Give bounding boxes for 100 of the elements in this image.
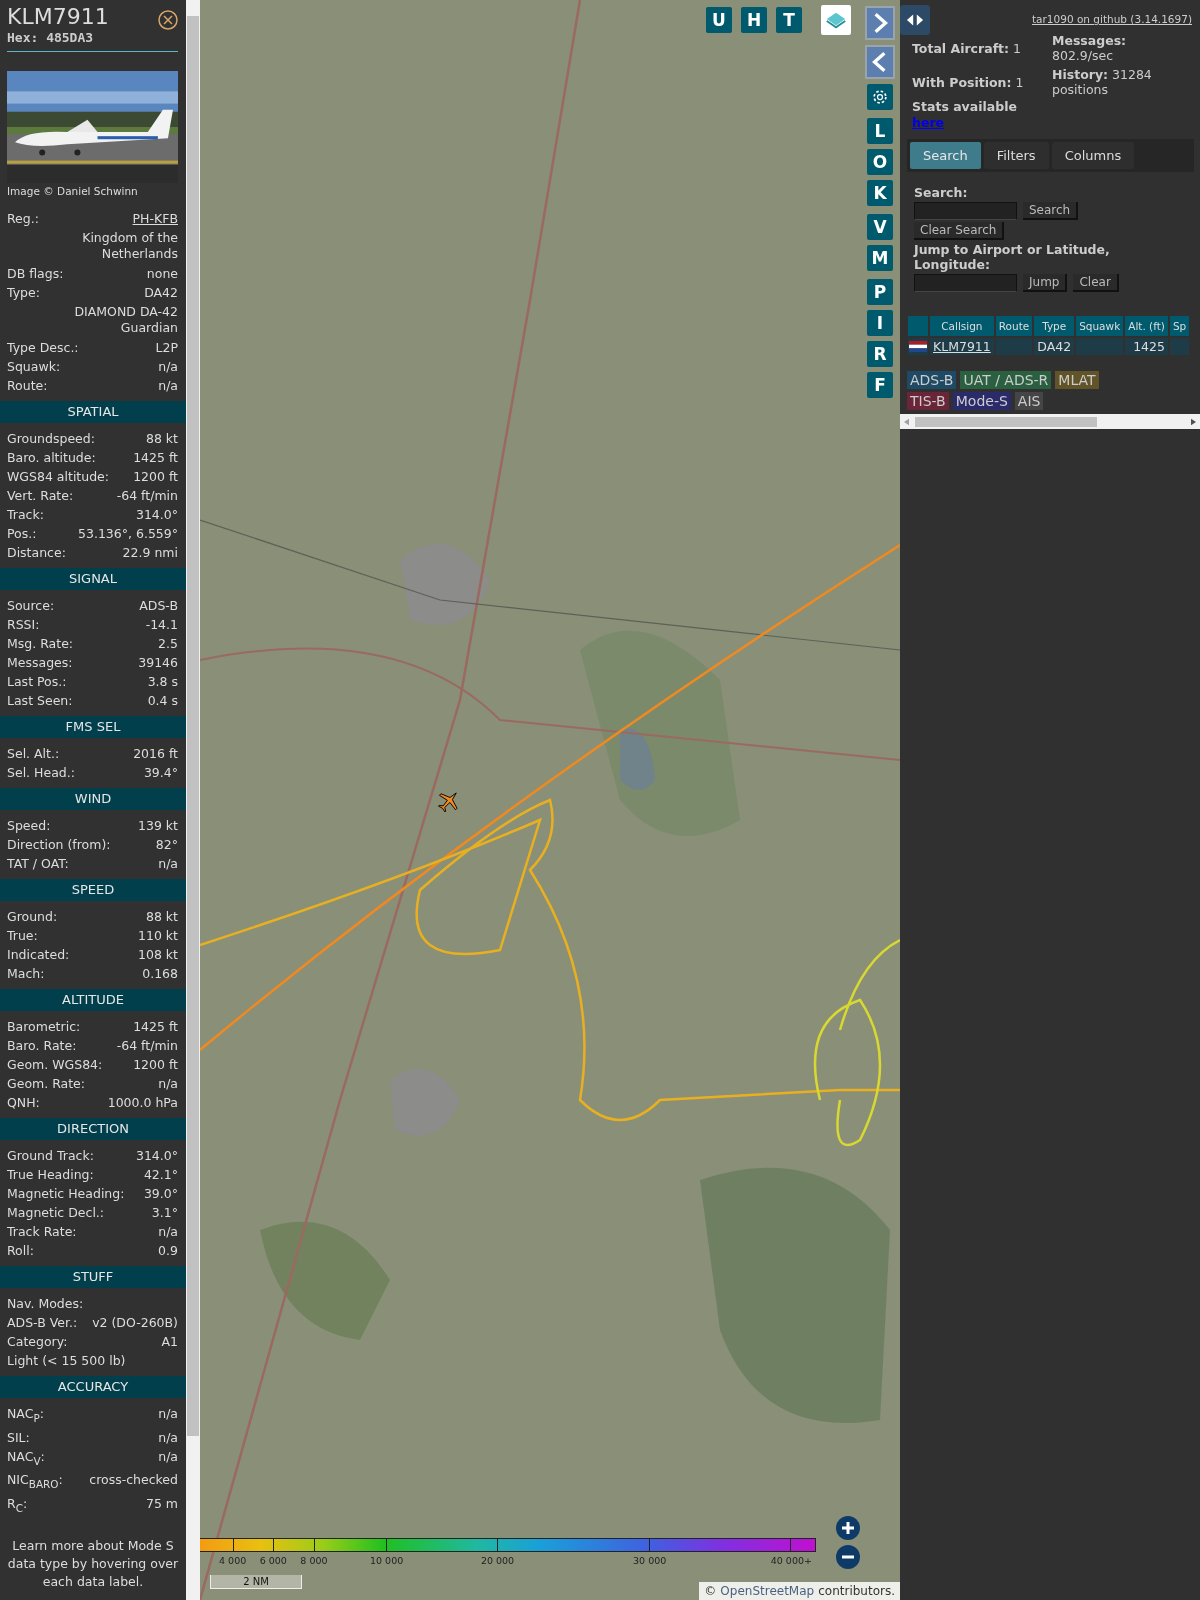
altitude-label: 30 000 — [633, 1555, 667, 1566]
field-label: Roll: — [7, 1242, 34, 1260]
next-aircraft-button[interactable] — [865, 6, 895, 40]
section-header: ACCURACY — [0, 1376, 186, 1398]
column-header[interactable]: Alt. (ft) — [1125, 316, 1168, 336]
field-label: Sel. Alt.: — [7, 745, 60, 763]
field-value: n/a — [158, 1223, 178, 1241]
field-label: Last Seen: — [7, 692, 73, 710]
tab[interactable]: Search — [910, 142, 981, 169]
field-label: Track: — [7, 506, 44, 524]
scrollbar[interactable] — [900, 414, 1200, 429]
field-value: 1425 ft — [133, 449, 178, 467]
previous-aircraft-button[interactable] — [865, 45, 895, 79]
altitude-label: 6 000 — [259, 1555, 287, 1566]
source-tag: UAT / ADS-R — [960, 371, 1052, 389]
source-tag: Mode-S — [952, 392, 1011, 410]
scrollbar[interactable] — [186, 0, 200, 1600]
map-toggle-button[interactable]: R — [867, 341, 893, 367]
source-tag: MLAT — [1055, 371, 1099, 389]
field-label: Messages: — [7, 654, 73, 672]
map-toggle-button[interactable]: M — [867, 245, 893, 271]
field-value: 2.5 — [158, 635, 178, 653]
search-label: Search: — [914, 185, 969, 200]
altitude-label: 8 000 — [300, 1555, 328, 1566]
stat-text: Messages: 802.9/sec — [1052, 33, 1128, 63]
field-label: Barometric: — [7, 1018, 81, 1036]
zoom-out-button[interactable] — [836, 1545, 860, 1569]
clear-search-button[interactable]: Clear Search — [914, 222, 1005, 240]
field-label: Category: — [7, 1333, 68, 1351]
field-value: 88 kt — [145, 908, 178, 926]
field-label: Msg. Rate: — [7, 635, 74, 653]
field-label: NAC$_{P}$: — [7, 1405, 44, 1426]
field-label: TAT / OAT: — [7, 855, 69, 873]
field-value: -64 ft/min — [116, 1037, 178, 1055]
callsign-link[interactable]: KLM7911 — [933, 339, 991, 354]
map-toggle-button[interactable]: I — [867, 310, 893, 336]
field-value: 108 kt — [138, 946, 178, 964]
map-toggle-button[interactable]: L — [867, 118, 893, 144]
field-label: Magnetic Decl.: — [7, 1204, 105, 1222]
version-link[interactable]: tar1090 on github (3.14.1697) — [1032, 13, 1192, 25]
clear-button[interactable]: Clear — [1073, 274, 1119, 292]
field-value: 1200 ft — [133, 1056, 178, 1074]
search-button[interactable]: Search — [1023, 202, 1079, 220]
source-tag: AIS — [1014, 392, 1044, 410]
zoom-in-button[interactable] — [836, 1516, 860, 1540]
close-icon[interactable] — [158, 10, 178, 30]
sidebar-toggle-button[interactable] — [900, 5, 930, 35]
field-value: 1200 ft — [133, 468, 178, 486]
table-cell — [995, 338, 1033, 355]
map-toggle-button[interactable]: K — [867, 180, 893, 206]
table-cell — [1169, 338, 1190, 355]
map-toggle-button[interactable]: H — [741, 7, 767, 33]
column-header[interactable]: Type — [1034, 316, 1075, 336]
layers-button[interactable] — [821, 5, 851, 35]
section-header: ALTITUDE — [0, 989, 186, 1011]
field-value: 42.1° — [143, 1166, 178, 1184]
field-label: Magnetic Heading: — [7, 1185, 125, 1203]
field-label: Indicated: — [7, 946, 70, 964]
field-label: Geom. WGS84: — [7, 1056, 103, 1074]
scroll-left-icon[interactable] — [904, 417, 909, 426]
search-field[interactable] — [914, 202, 1017, 220]
field-label: Mach: — [7, 965, 45, 983]
tab[interactable]: Columns — [1051, 142, 1135, 169]
jump-button[interactable]: Jump — [1023, 274, 1068, 292]
tab[interactable]: Filters — [983, 142, 1049, 169]
map-toggle-button[interactable]: V — [867, 214, 893, 240]
registration-link[interactable]: PH-KFB — [132, 209, 178, 228]
field-label: Direction (from): — [7, 836, 111, 854]
field-value: 39.0° — [143, 1185, 178, 1203]
altitude-label: 20 000 — [480, 1555, 515, 1566]
field-value: 314.0° — [135, 506, 178, 524]
stat-text: History: 31284 positions — [1052, 67, 1153, 97]
field-value: -14.1 — [145, 616, 178, 634]
column-header[interactable]: Route — [995, 316, 1033, 336]
field-value: 3.1° — [151, 1204, 178, 1222]
column-header[interactable]: Callsign — [930, 316, 994, 336]
field-label: Track Rate: — [7, 1223, 77, 1241]
hex-code: Hex: 485DA3 — [7, 30, 95, 45]
field-value: 39146 — [138, 654, 178, 672]
map-toggle-button[interactable]: P — [867, 279, 893, 305]
section-header: SIGNAL — [0, 568, 186, 590]
attribution-link[interactable]: OpenStreetMap — [720, 1584, 815, 1598]
settings-button[interactable] — [867, 84, 893, 110]
column-header[interactable]: Sp — [1169, 316, 1190, 336]
jump-field[interactable] — [914, 274, 1017, 292]
scroll-right-icon[interactable] — [1191, 417, 1196, 426]
section-header: FMS SEL — [0, 716, 186, 738]
field-label: WGS84 altitude: — [7, 468, 110, 486]
map-toggle-button[interactable]: O — [867, 149, 893, 175]
map-toggle-button[interactable]: F — [867, 372, 893, 398]
field-label: Light (< 15 500 lb) — [7, 1352, 126, 1370]
field-label: ADS-B Ver.: — [7, 1314, 78, 1332]
field-value: n/a — [158, 1447, 178, 1466]
map-toggle-button[interactable]: T — [776, 7, 802, 33]
field-label: Ground: — [7, 908, 58, 926]
jump-label: Jump to Airport or Latitude, Longitude: — [914, 242, 1111, 272]
map-toggle-button[interactable]: U — [706, 7, 732, 33]
field-value: A1 — [161, 1333, 178, 1351]
stat-text: Total Aircraft: 1 — [912, 40, 1022, 56]
column-header[interactable]: Squawk — [1076, 316, 1124, 336]
